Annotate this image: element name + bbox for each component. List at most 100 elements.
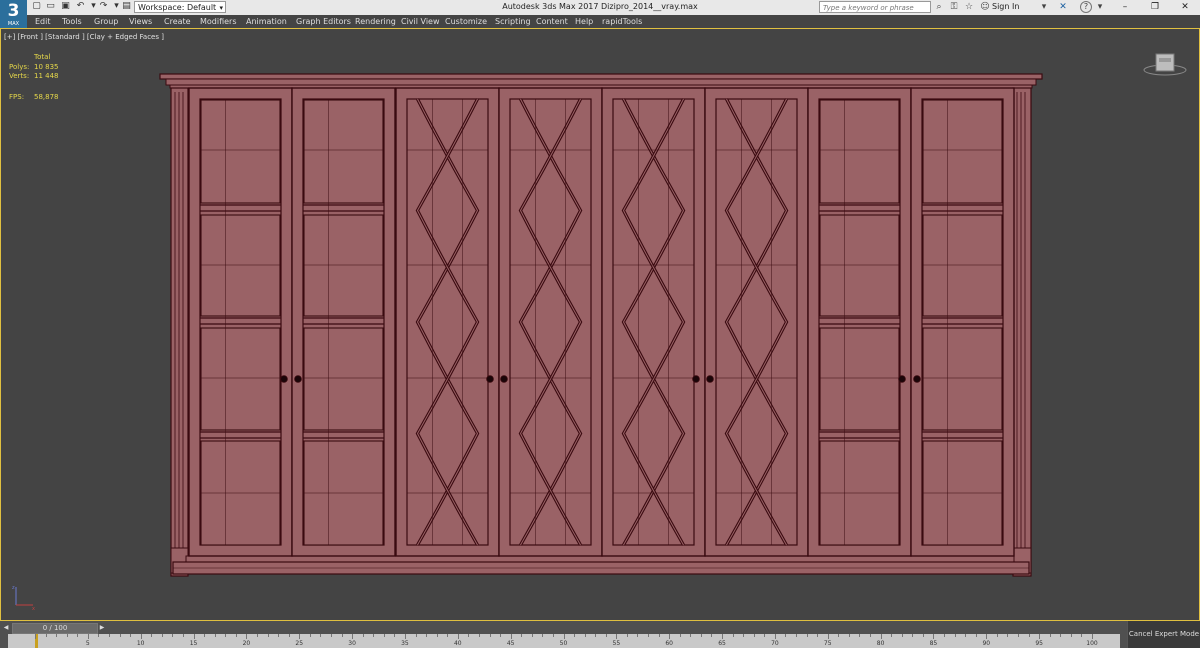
timeline-tick <box>288 634 290 637</box>
timeline-tick <box>637 634 639 637</box>
timeline-tick <box>690 634 692 637</box>
door-inset <box>922 99 1003 204</box>
timeline-tick <box>870 634 872 637</box>
timeline-tick <box>278 634 280 637</box>
door-inset <box>303 214 384 317</box>
door-knob <box>913 375 921 383</box>
timeline-tick <box>108 634 110 637</box>
timeline-tick-label: 55 <box>612 640 621 647</box>
timeline-tick-label: 95 <box>1035 640 1043 647</box>
timeline-tick <box>774 634 776 639</box>
timeline-tick <box>1070 634 1072 637</box>
timeline-tick <box>616 634 618 639</box>
timeline-tick <box>510 634 512 639</box>
timeline-tick <box>574 634 576 637</box>
timeline-tick <box>119 634 121 637</box>
timeline-tick <box>309 634 311 637</box>
timeline-tick <box>415 634 417 637</box>
timeline-tick <box>77 634 79 637</box>
wardrobe-model[interactable] <box>0 0 1200 621</box>
timeline-tick <box>595 634 597 637</box>
timeline-tick-label: 15 <box>189 640 198 647</box>
timeline-tick <box>1028 634 1030 637</box>
timeline-tick <box>648 634 650 637</box>
timeline-tick <box>922 634 924 637</box>
timeline-tick <box>848 634 850 637</box>
timeline-tick-label: 45 <box>506 640 515 647</box>
timeline-tick <box>859 634 861 637</box>
cancel-expert-mode-button[interactable]: Cancel Expert Mode <box>1127 621 1200 648</box>
timeline-tick <box>214 634 216 637</box>
timeline-tick <box>1018 634 1019 637</box>
timeline-tick-label: 5 <box>85 640 90 647</box>
timeline-tick <box>996 634 998 637</box>
timeline-tick <box>975 634 977 637</box>
door-inset <box>819 214 900 317</box>
timeline-tick-label: 25 <box>295 640 304 647</box>
door-knob <box>486 375 494 383</box>
timeline-tick <box>436 634 438 637</box>
timeline-tick-label: 70 <box>771 640 779 647</box>
next-frame-icon[interactable]: ▶ <box>98 623 106 632</box>
timeline-tick <box>172 634 174 637</box>
timeline-tick <box>299 634 301 639</box>
door-knob <box>898 375 906 383</box>
timeline-tick <box>986 634 988 639</box>
door-inset <box>200 327 281 431</box>
axis-x-label: x <box>32 606 35 610</box>
timeline-tick <box>383 634 385 637</box>
timeline-tick <box>1081 634 1083 637</box>
timeline-tick <box>1049 634 1051 637</box>
timeline-track[interactable]: 5 10 15 20 25 30 35 40 45 50 55 60 65 70 75 80 85 90 95 100 <box>8 634 1120 648</box>
timeline-tick-label: 40 <box>453 640 462 647</box>
timeline-tick <box>838 634 840 637</box>
timeline-tick <box>98 634 100 637</box>
timeline-tick <box>404 634 406 639</box>
timeline-tick <box>193 634 195 639</box>
timeline-tick-label: 60 <box>665 640 674 647</box>
timeline-tick <box>753 634 755 637</box>
timeline-tick <box>256 634 258 637</box>
timeline-tick-label: 65 <box>718 640 726 647</box>
door-inset <box>303 327 384 431</box>
timeline-tick <box>531 634 533 637</box>
door-knob <box>500 375 508 383</box>
timeline-tick-label: 20 <box>242 640 251 647</box>
door-knob <box>692 375 700 383</box>
left-pilaster <box>170 87 189 577</box>
timeline-tick <box>679 634 681 637</box>
timeline-tick <box>626 634 628 637</box>
timeline-tick <box>161 634 163 637</box>
base-rail <box>185 555 1015 563</box>
timeline-tick <box>732 634 734 637</box>
timeline-tick <box>669 634 671 639</box>
timeline-tick <box>785 634 787 637</box>
timeline-tick <box>204 634 206 637</box>
timeline-tick <box>1092 634 1093 639</box>
time-slider[interactable]: 0 / 100 <box>12 623 98 634</box>
previous-frame-icon[interactable]: ◀ <box>2 623 10 632</box>
timeline-tick <box>500 634 502 637</box>
timeline-tick-label: 90 <box>982 640 991 647</box>
timeline-tick <box>605 634 607 637</box>
timeline-tick <box>1039 634 1041 639</box>
timeline-tick <box>521 634 523 637</box>
timeline-tick <box>45 634 47 637</box>
timeline-tick-label: 85 <box>929 640 938 647</box>
timeline-tick <box>827 634 829 639</box>
timeline-tick-label: 75 <box>823 640 832 647</box>
timeline-tick <box>130 634 132 637</box>
timeline-tick <box>954 634 956 637</box>
timeline-tick <box>373 634 375 637</box>
door-inset <box>200 214 281 317</box>
timeline-tick <box>235 634 237 637</box>
timeline-tick <box>35 634 36 639</box>
timeline-tick <box>658 634 660 637</box>
timeline-tick-label: 30 <box>348 640 356 647</box>
timeline-tick <box>330 634 332 637</box>
timeline-tick <box>817 634 819 637</box>
axis-tripod-icon: z x <box>12 585 35 610</box>
door-inset <box>922 214 1003 317</box>
timeline-tick <box>352 634 354 639</box>
right-pilaster <box>1012 87 1032 577</box>
